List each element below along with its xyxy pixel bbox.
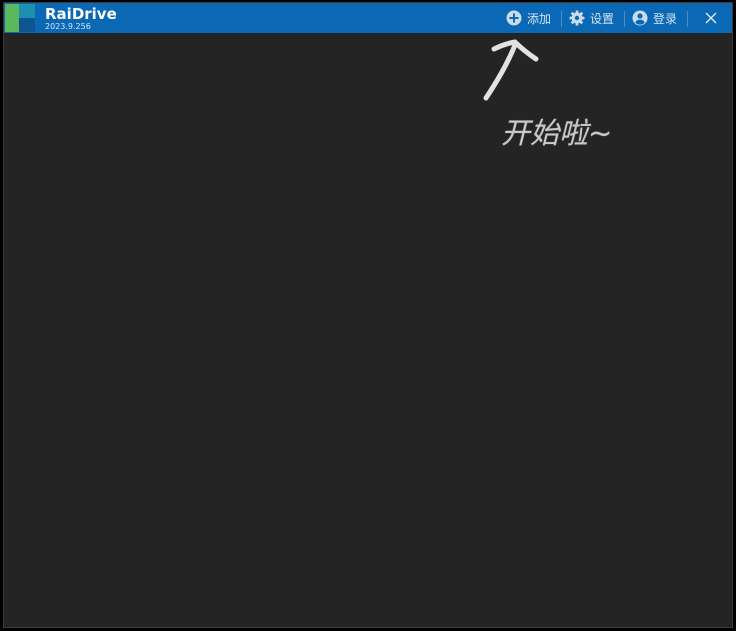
title-bar[interactable]: RaiDrive 2023.9.256 添加 设置 登录 [4, 3, 732, 33]
login-label: 登录 [653, 11, 678, 26]
login-button[interactable]: 登录 [632, 3, 677, 33]
close-icon [705, 9, 717, 28]
logo-green-block [5, 4, 19, 32]
user-circle-icon [632, 10, 648, 26]
add-label: 添加 [527, 11, 552, 26]
settings-label: 设置 [590, 11, 615, 26]
toolbar-divider [624, 11, 625, 27]
raidrive-logo [5, 4, 35, 32]
settings-button[interactable]: 设置 [569, 3, 614, 33]
logo-teal-block [19, 4, 35, 18]
app-version: 2023.9.256 [45, 22, 91, 31]
logo-dark-block [19, 18, 35, 32]
app-title: RaiDrive [45, 5, 117, 23]
hand-drawn-arrow [474, 37, 546, 105]
app-window: RaiDrive 2023.9.256 添加 设置 登录 开始啦~ [3, 2, 733, 628]
toolbar-divider [561, 11, 562, 27]
toolbar-divider [687, 11, 688, 27]
gear-icon [569, 10, 585, 26]
add-button[interactable]: 添加 [506, 3, 551, 33]
annotation-text: 开始啦~ [501, 116, 613, 150]
close-button[interactable] [697, 3, 725, 33]
plus-circle-icon [506, 10, 522, 26]
